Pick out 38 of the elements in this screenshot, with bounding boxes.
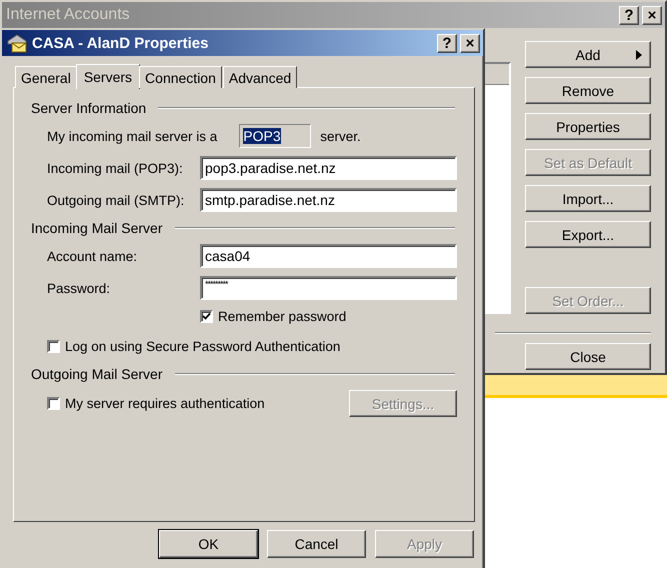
account-button[interactable]: Add — [525, 41, 651, 68]
input-field[interactable]: casa04 — [200, 244, 457, 268]
field-label: Account name: — [47, 248, 138, 264]
submenu-arrow-icon — [636, 50, 642, 60]
field-label: Password: — [47, 280, 112, 296]
checkbox-label[interactable]: Remember password — [218, 308, 346, 324]
section-heading: Server Information — [31, 100, 146, 116]
tab[interactable]: General — [15, 66, 77, 88]
field-label: My incoming mail server is a — [47, 128, 218, 144]
password-field[interactable]: ********* — [200, 276, 457, 300]
checkbox[interactable] — [47, 397, 60, 410]
tab[interactable]: Connection — [139, 66, 222, 88]
input-field[interactable]: pop3.paradise.net.nz — [200, 156, 457, 180]
account-button[interactable]: Properties — [525, 113, 651, 140]
input-field[interactable]: smtp.paradise.net.nz — [200, 188, 457, 212]
field-label: server. — [320, 128, 361, 144]
checkbox-label[interactable]: Log on using Secure Password Authentication — [65, 338, 340, 354]
dialog-button[interactable]: OK — [159, 530, 258, 558]
section-heading: Outgoing Mail Server — [31, 366, 163, 382]
account-button[interactable]: Remove — [525, 77, 651, 104]
checkbox-label[interactable]: My server requires authentication — [65, 396, 265, 411]
dialog-button[interactable]: Cancel — [267, 530, 366, 558]
help-button[interactable]: ? — [437, 34, 457, 52]
mail-account-icon — [6, 33, 28, 53]
server-type-field: POP3 — [239, 124, 312, 148]
close-dialog-button[interactable]: Close — [525, 343, 651, 370]
tab[interactable]: Advanced — [222, 66, 298, 88]
close-button[interactable]: × — [460, 34, 480, 52]
window-title: Internet Accounts — [6, 6, 131, 24]
account-button[interactable]: Export... — [525, 221, 651, 248]
field-label: Incoming mail (POP3): — [47, 160, 184, 176]
section-heading: Incoming Mail Server — [31, 220, 162, 236]
checkbox[interactable] — [200, 310, 213, 322]
tab[interactable]: Servers — [76, 64, 140, 89]
field-label: Outgoing mail (SMTP): — [47, 192, 186, 208]
account-button[interactable]: Import... — [525, 185, 651, 212]
dialog-title: CASA - AlanD Properties — [32, 34, 210, 52]
checkbox[interactable] — [47, 340, 60, 352]
